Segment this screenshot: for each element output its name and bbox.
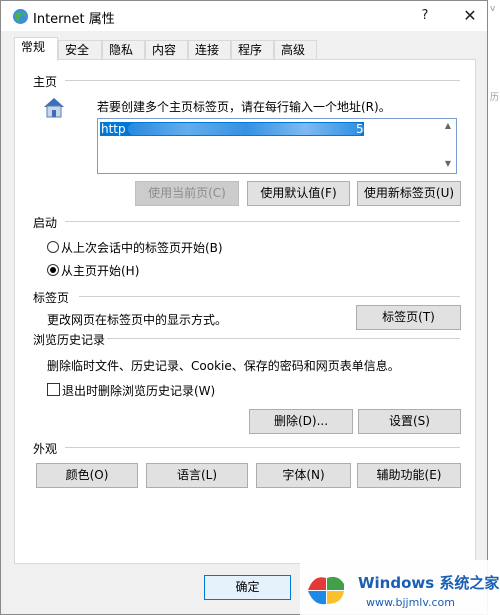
- background-window-edge: v 历: [489, 0, 500, 615]
- use-new-tab-button[interactable]: 使用新标签页(U): [357, 181, 461, 206]
- fonts-button[interactable]: 字体(N): [256, 463, 351, 488]
- scroll-down-icon[interactable]: ▼: [442, 159, 454, 168]
- tabs-description: 更改网页在标签页中的显示方式。: [47, 313, 228, 327]
- tabs-section-label: 标签页: [33, 291, 70, 305]
- window-title: Internet 属性: [33, 12, 115, 27]
- home-divider: [65, 80, 460, 81]
- watermark-title: Windows 系统之家: [358, 574, 500, 592]
- history-section-label: 浏览历史记录: [33, 333, 106, 347]
- tabs-settings-button[interactable]: 标签页(T): [356, 305, 461, 330]
- startup-divider: [65, 221, 460, 222]
- watermark-overlay: Windows 系统之家 www.bjjmlv.com: [300, 560, 500, 615]
- url-selected-text: http 5: [100, 122, 364, 136]
- use-current-button[interactable]: 使用当前页(C): [135, 181, 239, 206]
- delete-on-exit-checkbox[interactable]: [47, 383, 60, 396]
- url-blurred-region: [128, 123, 364, 135]
- title-bar: Internet 属性 ? ✕: [1, 1, 487, 31]
- internet-options-window: Internet 属性 ? ✕ 常规 安全 隐私 内容 连接 程序 高级 主页 …: [0, 0, 488, 615]
- languages-button[interactable]: 语言(L): [146, 463, 248, 488]
- ok-button[interactable]: 确定: [204, 575, 291, 600]
- scroll-up-icon[interactable]: ▲: [442, 121, 454, 130]
- history-settings-button[interactable]: 设置(S): [358, 409, 461, 434]
- tab-programs[interactable]: 程序: [231, 40, 274, 60]
- history-divider: [107, 338, 460, 339]
- internet-globe-icon: [13, 9, 28, 24]
- tab-connections[interactable]: 连接: [188, 40, 231, 60]
- radio-last-session-label: 从上次会话中的标签页开始(B): [61, 241, 223, 255]
- edge-char-mid: 历: [490, 93, 500, 103]
- appearance-section-label: 外观: [33, 442, 58, 456]
- home-instruction: 若要创建多个主页标签页，请在每行输入一个地址(R)。: [97, 100, 391, 114]
- delete-history-button[interactable]: 删除(D)...: [249, 409, 353, 434]
- radio-last-session[interactable]: [47, 241, 59, 253]
- tab-security[interactable]: 安全: [58, 40, 102, 60]
- startup-section-label: 启动: [33, 216, 58, 230]
- radio-home-page[interactable]: [47, 264, 59, 276]
- delete-on-exit-label: 退出时删除浏览历史记录(W): [62, 384, 216, 398]
- windows-logo-icon: [308, 576, 344, 605]
- tab-content[interactable]: 内容: [145, 40, 188, 60]
- home-house-icon: [44, 98, 64, 118]
- edge-char-top: v: [490, 4, 496, 14]
- home-page-url-textarea[interactable]: http 5 ▲ ▼: [97, 118, 457, 174]
- close-button[interactable]: ✕: [448, 1, 492, 31]
- tab-privacy[interactable]: 隐私: [102, 40, 145, 60]
- colors-button[interactable]: 颜色(O): [36, 463, 138, 488]
- tab-general[interactable]: 常规: [14, 37, 58, 61]
- radio-home-page-label: 从主页开始(H): [61, 264, 140, 278]
- use-default-button[interactable]: 使用默认值(F): [247, 181, 350, 206]
- history-description: 删除临时文件、历史记录、Cookie、保存的密码和网页表单信息。: [47, 359, 400, 373]
- tab-advanced[interactable]: 高级: [274, 40, 317, 60]
- home-section-label: 主页: [33, 75, 58, 89]
- general-tab-panel: 主页 若要创建多个主页标签页，请在每行输入一个地址(R)。 http 5 ▲ ▼…: [14, 59, 476, 564]
- accessibility-button[interactable]: 辅助功能(E): [357, 463, 461, 488]
- tabs-divider: [79, 296, 460, 297]
- help-button[interactable]: ?: [403, 1, 447, 31]
- watermark-url: www.bjjmlv.com: [366, 596, 455, 609]
- appearance-divider: [65, 447, 460, 448]
